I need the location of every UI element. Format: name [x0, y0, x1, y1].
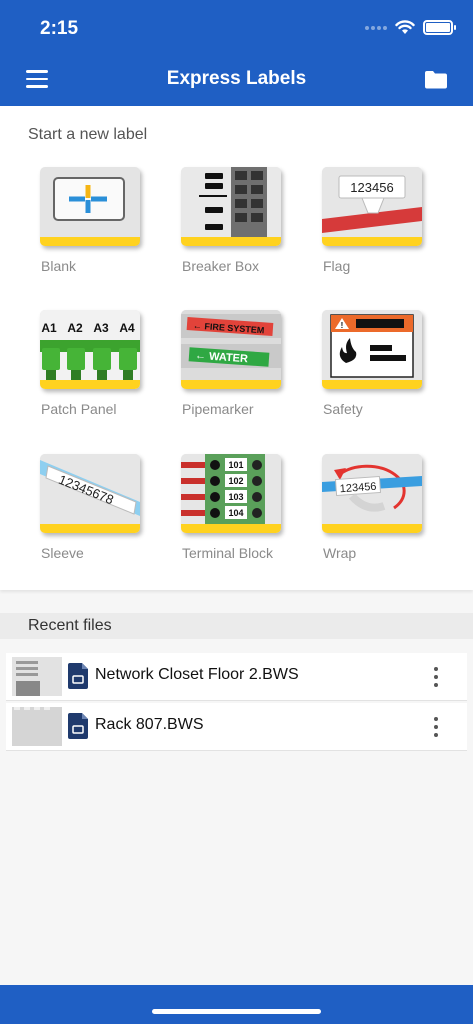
- flag-label-icon: 123456: [322, 167, 422, 246]
- file-document-icon: [68, 663, 88, 689]
- app-title: Express Labels: [166, 68, 307, 89]
- app-header: 2:15 Express Labels: [0, 0, 473, 106]
- battery-icon: [423, 20, 456, 35]
- more-options-icon[interactable]: [433, 717, 439, 737]
- recent-files-heading: Recent files: [28, 617, 112, 634]
- home-indicator[interactable]: [152, 1009, 321, 1014]
- tile-label: Pipemarker: [182, 401, 254, 417]
- tile-label: Patch Panel: [41, 401, 117, 417]
- terminal-label: 102: [228, 476, 243, 486]
- tile-flag[interactable]: 123456 Flag: [312, 167, 442, 287]
- svg-text:!: !: [341, 321, 344, 330]
- wrap-label-icon: 123456: [322, 454, 422, 533]
- tile-blank[interactable]: Blank: [30, 167, 160, 287]
- file-thumbnail: [12, 657, 62, 696]
- tile-safety[interactable]: ! Safety: [312, 310, 442, 430]
- file-name: Network Closet Floor 2.BWS: [95, 666, 299, 683]
- terminal-block-icon: 101 102 103 104: [181, 454, 281, 533]
- port-label: A3: [93, 321, 109, 335]
- patch-panel-icon: A1 A2 A3 A4: [40, 310, 140, 389]
- tile-pipemarker[interactable]: ← FIRE SYSTEM ← WATER Pipemarker: [171, 310, 301, 430]
- terminal-label: 104: [228, 508, 243, 518]
- sleeve-label-icon: 12345678: [40, 454, 140, 533]
- file-name: Rack 807.BWS: [95, 716, 204, 733]
- terminal-label: 103: [228, 492, 243, 502]
- tile-label: Blank: [41, 258, 77, 274]
- tile-patch-panel[interactable]: A1 A2 A3 A4 Patch Panel: [30, 310, 160, 430]
- tile-wrap[interactable]: 123456 Wrap: [312, 454, 442, 574]
- status-icons: [365, 20, 456, 35]
- signal-icon: [365, 25, 387, 31]
- wifi-icon: [395, 20, 415, 34]
- new-label-section: Start a new label Blank Breaker Box 1234…: [0, 106, 473, 590]
- tile-sleeve[interactable]: 12345678 Sleeve: [30, 454, 160, 574]
- recent-files-header: Recent files: [0, 613, 473, 639]
- folder-icon[interactable]: [424, 70, 448, 89]
- tile-terminal-block[interactable]: 101 102 103 104 Terminal Block: [171, 454, 301, 574]
- blank-label-icon: [40, 167, 140, 246]
- tile-label: Flag: [323, 258, 351, 274]
- bottom-bar: [0, 985, 473, 1024]
- tile-breaker-box[interactable]: Breaker Box: [171, 167, 301, 287]
- safety-label-icon: !: [322, 310, 422, 389]
- section-heading: Start a new label: [28, 126, 148, 143]
- port-label: A1: [41, 321, 57, 335]
- more-options-icon[interactable]: [433, 667, 439, 687]
- status-time: 2:15: [40, 18, 79, 39]
- tile-label: Terminal Block: [182, 545, 274, 561]
- terminal-label: 101: [228, 460, 243, 470]
- recent-file-row[interactable]: Network Closet Floor 2.BWS: [6, 653, 467, 701]
- file-document-icon: [68, 713, 88, 739]
- file-thumbnail: [12, 707, 62, 746]
- tile-label: Wrap: [323, 545, 357, 561]
- flag-sample-text: 123456: [350, 180, 393, 195]
- recent-file-row[interactable]: Rack 807.BWS: [6, 703, 467, 751]
- breaker-box-icon: [181, 167, 281, 246]
- port-label: A2: [67, 321, 83, 335]
- tile-label: Safety: [323, 401, 363, 417]
- tile-label: Sleeve: [41, 545, 84, 561]
- wrap-sample-text: 123456: [339, 481, 376, 496]
- pipemarker-icon: ← FIRE SYSTEM ← WATER: [181, 310, 281, 389]
- port-label: A4: [119, 321, 135, 335]
- tile-label: Breaker Box: [182, 258, 260, 274]
